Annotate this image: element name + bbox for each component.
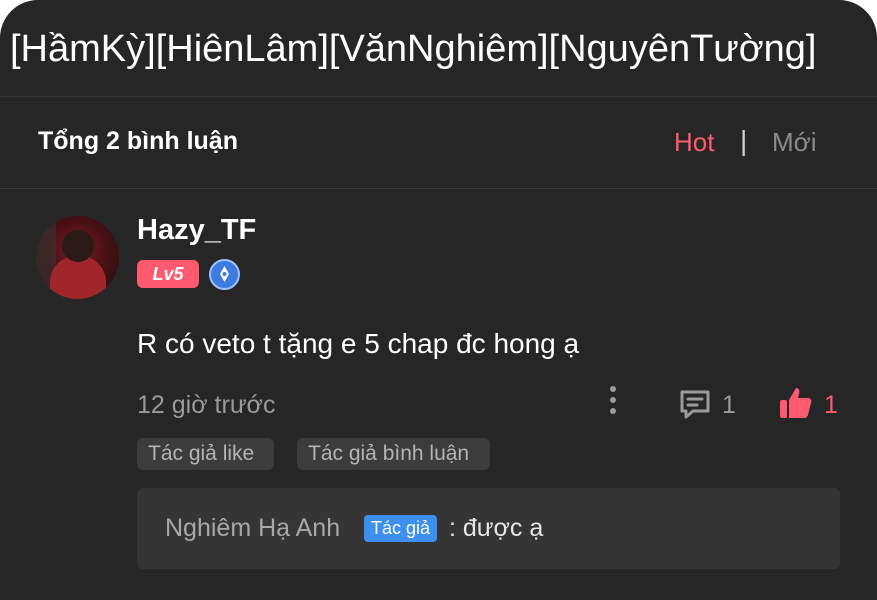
tag-author-comment: Tác giả bình luận [297, 438, 490, 470]
tag-author-like: Tác giả like [137, 438, 274, 470]
comment-text: R có veto t tặng e 5 chap đc hong ạ [137, 328, 580, 359]
avatar[interactable] [36, 216, 119, 299]
tab-separator: | [740, 125, 748, 156]
comment-time: 12 giờ trước [137, 391, 276, 419]
level-badge: Lv5 [137, 260, 199, 288]
thumbs-up-icon[interactable] [777, 384, 815, 422]
comment-username[interactable]: Hazy_TF [137, 214, 256, 247]
pen-badge-icon [209, 259, 240, 290]
reply-box[interactable]: Nghiêm Hạ Anh Tác giả : được ạ [137, 488, 840, 569]
reply-icon[interactable] [677, 386, 713, 422]
comment-total: Tổng 2 bình luận [38, 127, 238, 155]
more-vertical-icon[interactable] [606, 386, 620, 422]
title-bar: [HầmKỳ][HiênLâm][VănNghiêm][NguyênTường] [0, 0, 877, 97]
like-count: 1 [824, 391, 838, 419]
tab-hot[interactable]: Hot [674, 127, 714, 158]
reply-text: : được ạ [449, 514, 544, 542]
tab-new[interactable]: Mới [772, 127, 816, 158]
reply-author[interactable]: Nghiêm Hạ Anh [165, 514, 340, 543]
reply-count: 1 [722, 391, 736, 419]
comments-sort-bar: Tổng 2 bình luận Hot | Mới [0, 97, 877, 189]
comments-sheet: [HầmKỳ][HiênLâm][VănNghiêm][NguyênTường]… [0, 0, 877, 600]
page-title: [HầmKỳ][HiênLâm][VănNghiêm][NguyênTường] [10, 28, 817, 70]
author-badge: Tác giả [364, 515, 438, 542]
